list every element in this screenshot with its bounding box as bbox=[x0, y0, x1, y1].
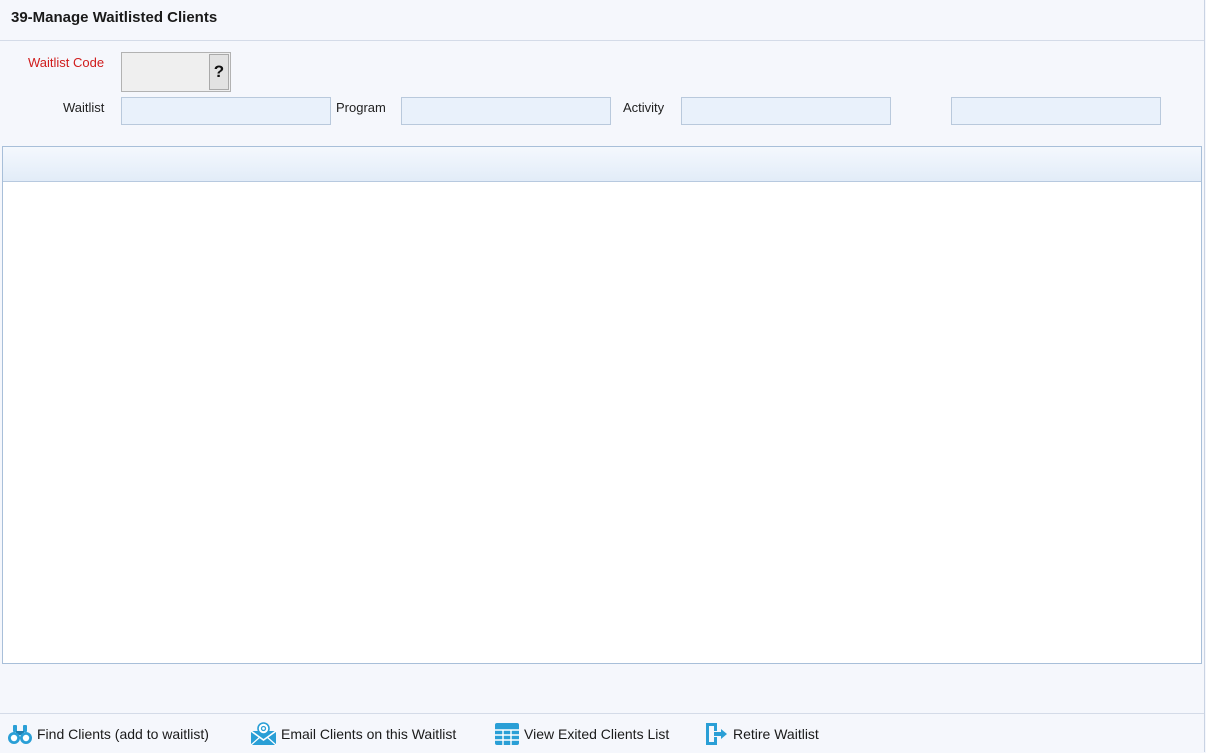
table-grid-icon bbox=[495, 723, 519, 745]
program-label: Program bbox=[336, 100, 386, 115]
activity-input[interactable] bbox=[681, 97, 891, 125]
binoculars-icon bbox=[8, 725, 32, 744]
view-exited-clients-label: View Exited Clients List bbox=[524, 726, 670, 742]
waitlist-code-field: ? bbox=[121, 52, 231, 92]
waitlist-code-label: Waitlist Code bbox=[28, 55, 105, 70]
email-clients-label: Email Clients on this Waitlist bbox=[281, 726, 457, 742]
program-input[interactable] bbox=[401, 97, 611, 125]
exit-door-icon bbox=[706, 723, 727, 745]
waitlisted-clients-grid[interactable] bbox=[2, 146, 1202, 664]
email-clients-button[interactable]: Email Clients on this Waitlist bbox=[250, 722, 456, 746]
manage-waitlisted-clients-window: 39-Manage Waitlisted Clients Waitlist Co… bbox=[0, 0, 1205, 752]
title-bar: 39-Manage Waitlisted Clients bbox=[0, 0, 1204, 41]
envelope-at-icon bbox=[250, 722, 277, 746]
view-exited-clients-button[interactable]: View Exited Clients List bbox=[494, 722, 669, 746]
find-clients-label: Find Clients (add to waitlist) bbox=[37, 726, 209, 742]
find-clients-button[interactable]: Find Clients (add to waitlist) bbox=[7, 722, 209, 746]
retire-waitlist-button[interactable]: Retire Waitlist bbox=[704, 722, 819, 746]
waitlist-code-lookup-button[interactable]: ? bbox=[209, 54, 229, 90]
grid-header bbox=[3, 147, 1201, 182]
extra-input[interactable] bbox=[951, 97, 1161, 125]
retire-waitlist-label: Retire Waitlist bbox=[733, 726, 819, 742]
bottom-toolbar: Find Clients (add to waitlist) Email Cli… bbox=[0, 713, 1204, 753]
waitlist-code-input[interactable] bbox=[122, 53, 208, 91]
activity-label: Activity bbox=[623, 100, 665, 115]
waitlist-input[interactable] bbox=[121, 97, 331, 125]
page-title: 39-Manage Waitlisted Clients bbox=[11, 9, 218, 26]
waitlist-label: Waitlist bbox=[63, 100, 105, 115]
